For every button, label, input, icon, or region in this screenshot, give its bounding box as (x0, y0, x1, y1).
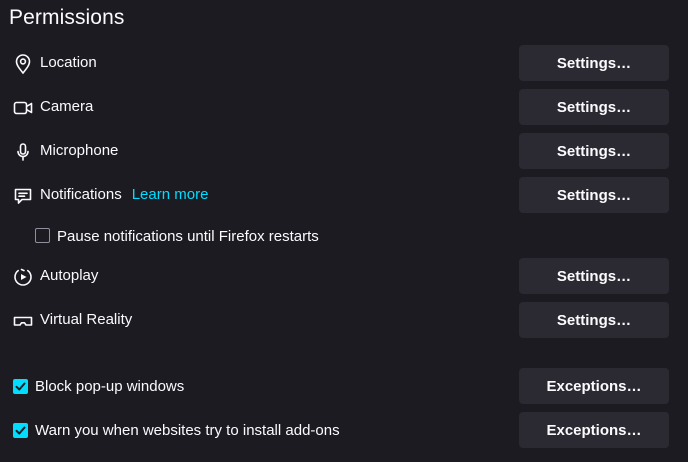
autoplay-settings-button[interactable]: Settings… (519, 258, 669, 294)
permission-label-autoplay: Autoplay (40, 267, 99, 284)
section-title: Permissions (9, 6, 125, 29)
permission-label-virtual-reality: Virtual Reality (40, 311, 133, 328)
block-popups-exceptions-button-label: Exceptions… (546, 377, 642, 395)
block-popups-exceptions-button[interactable]: Exceptions… (519, 368, 669, 404)
checkmark-icon (15, 382, 26, 391)
location-settings-button[interactable]: Settings… (519, 45, 669, 81)
block-popups-label[interactable]: Block pop-up windows (35, 378, 184, 395)
pause-notifications-label[interactable]: Pause notifications until Firefox restar… (57, 228, 319, 245)
autoplay-icon (12, 266, 34, 288)
camera-settings-button-label: Settings… (556, 98, 632, 116)
notifications-settings-button[interactable]: Settings… (519, 177, 669, 213)
camera-icon (12, 97, 34, 119)
autoplay-settings-button-label: Settings… (556, 267, 632, 285)
notification-icon (12, 185, 34, 207)
permission-row-virtual-reality: Virtual Reality Settings… (0, 302, 688, 338)
microphone-settings-button[interactable]: Settings… (519, 133, 669, 169)
permission-label-microphone: Microphone (40, 142, 119, 159)
checkmark-icon (15, 426, 26, 435)
permission-label-notifications: Notifications Learn more (40, 186, 208, 203)
location-pin-icon (12, 53, 34, 75)
permission-row-autoplay: Autoplay Settings… (0, 258, 688, 294)
permission-row-microphone: Microphone Settings… (0, 133, 688, 169)
permission-label-camera: Camera (40, 98, 94, 115)
permissions-panel: Permissions Location Settings… Camera Se… (0, 0, 688, 462)
permission-row-notifications: Notifications Learn more Settings… (0, 177, 688, 213)
block-popups-checkbox[interactable] (13, 379, 28, 394)
warn-addons-checkbox[interactable] (13, 423, 28, 438)
learn-more-link[interactable]: Learn more (132, 186, 209, 203)
warn-addons-exceptions-button[interactable]: Exceptions… (519, 412, 669, 448)
microphone-settings-button-label: Settings… (556, 142, 632, 160)
notifications-label-text: Notifications (40, 186, 122, 203)
pause-notifications-checkbox[interactable] (35, 228, 50, 243)
vr-headset-icon (12, 310, 34, 332)
warn-addons-label[interactable]: Warn you when websites try to install ad… (35, 422, 340, 439)
permission-row-camera: Camera Settings… (0, 89, 688, 125)
permission-label-location: Location (40, 54, 97, 71)
permission-row-location: Location Settings… (0, 45, 688, 81)
camera-settings-button[interactable]: Settings… (519, 89, 669, 125)
virtual-reality-settings-button-label: Settings… (556, 311, 632, 329)
virtual-reality-settings-button[interactable]: Settings… (519, 302, 669, 338)
notifications-settings-button-label: Settings… (556, 186, 632, 204)
microphone-icon (12, 141, 34, 163)
warn-addons-exceptions-button-label: Exceptions… (546, 421, 642, 439)
location-settings-button-label: Settings… (556, 54, 632, 72)
